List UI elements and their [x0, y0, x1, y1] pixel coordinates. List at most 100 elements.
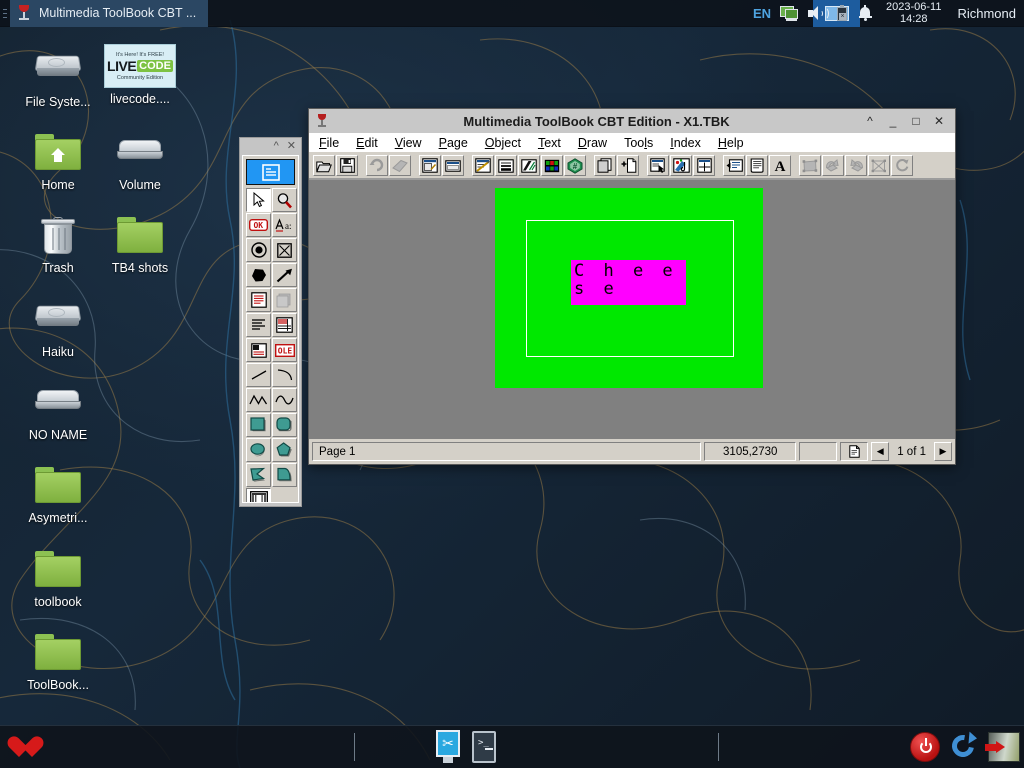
- collapse-icon[interactable]: ^: [274, 141, 279, 152]
- tool-palette-window[interactable]: ^ ✕ OK a: OLE: [239, 137, 302, 507]
- open-button[interactable]: [313, 155, 335, 176]
- tool-palette-titlebar[interactable]: ^ ✕: [240, 138, 301, 156]
- heart-icon[interactable]: [6, 735, 32, 759]
- rotate-left-button[interactable]: [822, 155, 844, 176]
- desktop-icon-haiku[interactable]: Haiku: [2, 295, 114, 359]
- group-button[interactable]: [799, 155, 821, 176]
- fill-pattern-button[interactable]: [518, 155, 540, 176]
- page-background-rect[interactable]: C h e e s e: [495, 188, 763, 388]
- status-document-icon[interactable]: [840, 442, 869, 461]
- record-field-tool[interactable]: [246, 288, 271, 313]
- stacked-pages-tool[interactable]: [272, 288, 297, 313]
- panel-drag-handle[interactable]: [0, 0, 10, 27]
- multimedia-button[interactable]: [670, 155, 692, 176]
- menu-help[interactable]: Help: [718, 136, 744, 150]
- clock[interactable]: 2023-06-11 14:28: [881, 1, 946, 25]
- menu-tools[interactable]: Tools: [624, 136, 653, 150]
- shutdown-button[interactable]: [910, 732, 940, 762]
- irregular-poly-tool[interactable]: [246, 463, 271, 488]
- desktop-icon-tb4-shots[interactable]: TB4 shots: [84, 211, 196, 275]
- current-tool-indicator[interactable]: [246, 159, 295, 186]
- reset-button[interactable]: [891, 155, 913, 176]
- bell-icon[interactable]: [858, 5, 872, 21]
- desktop-icon-livecode[interactable]: It's Here! It's FREE! LIVE CODE Communit…: [84, 42, 196, 106]
- desktop-icon-toolbook-alt[interactable]: ToolBook...: [2, 628, 114, 692]
- book-script-button[interactable]: [746, 155, 768, 176]
- close-button[interactable]: ✕: [933, 115, 945, 127]
- page-properties-button[interactable]: [419, 155, 441, 176]
- field-properties-button[interactable]: [442, 155, 464, 176]
- cheese-text-field[interactable]: C h e e s e: [571, 260, 686, 305]
- line-style-button[interactable]: [495, 155, 517, 176]
- pointer-tool[interactable]: [246, 188, 271, 213]
- grid-button[interactable]: [693, 155, 715, 176]
- menu-edit[interactable]: Edit: [356, 136, 378, 150]
- stage-tool[interactable]: [246, 488, 271, 503]
- menu-view[interactable]: View: [395, 136, 422, 150]
- filled-shape-tool[interactable]: [246, 263, 271, 288]
- pie-wedge-tool[interactable]: [272, 463, 297, 488]
- maximize-button[interactable]: □: [910, 115, 922, 127]
- shade-button[interactable]: ^: [864, 115, 876, 127]
- color-palette-button[interactable]: [541, 155, 563, 176]
- menu-index[interactable]: Index: [670, 136, 701, 150]
- zoom-tool[interactable]: [272, 188, 297, 213]
- terminal-launcher[interactable]: >_: [472, 731, 496, 763]
- desktop-icon-toolbook[interactable]: toolbook: [2, 545, 114, 609]
- line-tool[interactable]: [246, 363, 271, 388]
- ellipse-tool[interactable]: [246, 438, 271, 463]
- flip-button[interactable]: [868, 155, 890, 176]
- reader-view-button[interactable]: [647, 155, 669, 176]
- desktop-icon-no-name[interactable]: NO NAME: [2, 378, 114, 442]
- menu-file[interactable]: File: [319, 136, 339, 150]
- launcher-area: ✂ >_: [434, 730, 496, 764]
- menu-draw[interactable]: Draw: [578, 136, 607, 150]
- text-format-button[interactable]: A: [769, 155, 791, 176]
- desktop-icon-volume[interactable]: Volume: [84, 128, 196, 192]
- menu-text[interactable]: Text: [538, 136, 561, 150]
- redo-button[interactable]: [389, 155, 411, 176]
- paragraph-tool[interactable]: [246, 313, 271, 338]
- restart-button[interactable]: [947, 730, 979, 762]
- polygon-tool[interactable]: [272, 438, 297, 463]
- rectangle-tool[interactable]: [246, 413, 271, 438]
- desktop-icon-asymetrix[interactable]: Asymetri...: [2, 461, 114, 525]
- script-button[interactable]: [723, 155, 745, 176]
- button-tool[interactable]: OK: [246, 213, 271, 238]
- save-button[interactable]: [336, 155, 358, 176]
- screenshot-launcher[interactable]: ✂: [434, 730, 462, 764]
- author-level-button[interactable]: [472, 155, 494, 176]
- new-page-button[interactable]: [617, 155, 639, 176]
- minimize-button[interactable]: _: [887, 115, 899, 127]
- ole-object-tool[interactable]: OLE: [272, 338, 297, 363]
- text-field-tool[interactable]: a:: [272, 213, 297, 238]
- next-page-button[interactable]: ▶: [934, 442, 952, 461]
- user-name[interactable]: Richmond: [955, 6, 1016, 21]
- checkbox-tool[interactable]: [272, 238, 297, 263]
- rounded-rect-tool[interactable]: [272, 413, 297, 438]
- menu-object[interactable]: Object: [485, 136, 521, 150]
- arc-tool[interactable]: [272, 363, 297, 388]
- battery-icon[interactable]: ×: [835, 4, 849, 22]
- document-canvas[interactable]: C h e e s e: [309, 179, 955, 439]
- copy-page-button[interactable]: [594, 155, 616, 176]
- logout-button[interactable]: [985, 732, 1020, 762]
- previous-page-button[interactable]: ◀: [871, 442, 890, 461]
- list-box-tool[interactable]: [246, 338, 271, 363]
- polygon-fill-button[interactable]: #: [564, 155, 586, 176]
- application-window[interactable]: Multimedia ToolBook CBT Edition - X1.TBK…: [308, 108, 956, 465]
- close-icon[interactable]: ✕: [287, 141, 296, 152]
- polyline-tool[interactable]: [246, 388, 271, 413]
- menu-page[interactable]: Page: [439, 136, 468, 150]
- curve-tool[interactable]: [272, 388, 297, 413]
- table-tool[interactable]: [272, 313, 297, 338]
- rotate-right-button[interactable]: [845, 155, 867, 176]
- radio-button-tool[interactable]: [246, 238, 271, 263]
- line-arrow-tool[interactable]: [272, 263, 297, 288]
- display-icon[interactable]: [780, 5, 799, 22]
- keyboard-language-indicator[interactable]: EN: [753, 6, 771, 21]
- undo-button[interactable]: [366, 155, 388, 176]
- window-titlebar[interactable]: Multimedia ToolBook CBT Edition - X1.TBK…: [309, 109, 955, 133]
- speaker-icon[interactable]: [808, 5, 830, 21]
- taskbar-button-toolbook[interactable]: Multimedia ToolBook CBT ...: [10, 0, 209, 27]
